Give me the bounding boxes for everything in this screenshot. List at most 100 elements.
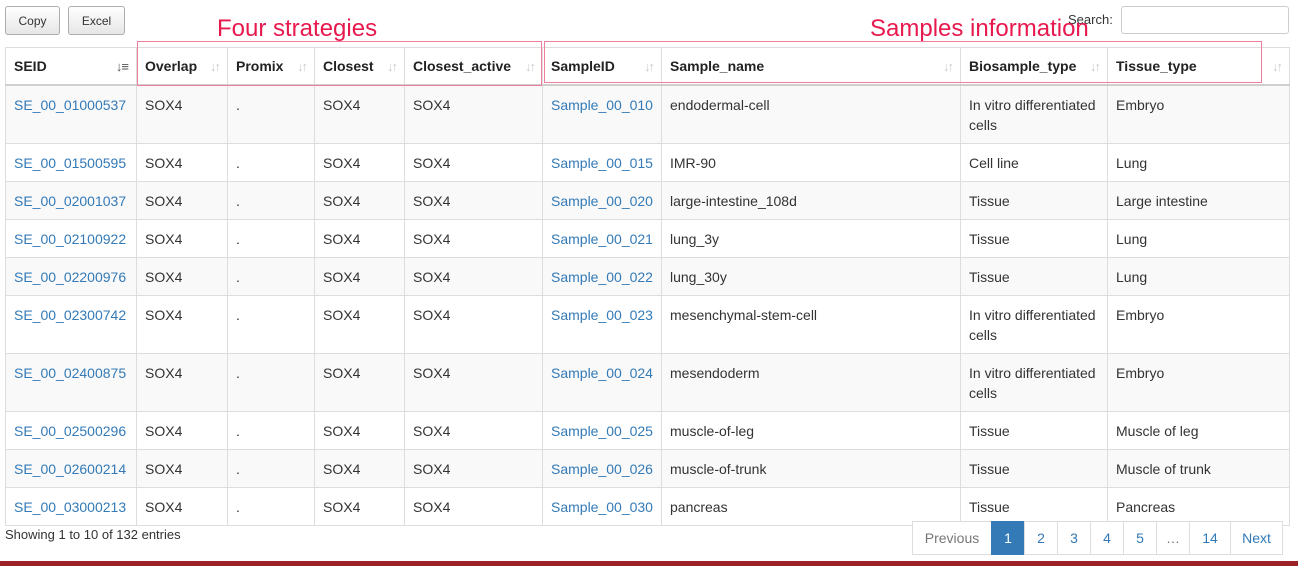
sample-name-cell: pancreas (661, 486, 961, 526)
sample-id-cell: Sample_00_021 (542, 218, 662, 258)
pagination-page-14[interactable]: 14 (1189, 521, 1231, 555)
closest-active-cell: SOX4 (404, 410, 543, 450)
copy-button[interactable]: Copy (5, 6, 60, 35)
sample-id-link[interactable]: Sample_00_022 (551, 269, 653, 285)
seid-link[interactable]: SE_00_03000213 (14, 499, 126, 515)
sample-name-cell: muscle-of-trunk (661, 448, 961, 488)
seid-link[interactable]: SE_00_01000537 (14, 97, 126, 113)
sort-icon: ↓↑ (1090, 59, 1101, 74)
table-row: SE_00_01000537 SOX4. SOX4 SOX4 Sample_00_010… (5, 84, 1290, 144)
seid-cell: SE_00_02300742 (5, 294, 137, 354)
seid-link[interactable]: SE_00_02400875 (14, 365, 126, 381)
column-header-overlap[interactable]: Overlap ↓↑ (136, 47, 228, 86)
pagination-page-2[interactable]: 2 (1024, 521, 1058, 555)
seid-link[interactable]: SE_00_02500296 (14, 423, 126, 439)
column-header-label: Sample_name (670, 57, 765, 74)
search-input[interactable] (1121, 6, 1289, 34)
pagination-page-4[interactable]: 4 (1090, 521, 1124, 555)
overlap-cell: SOX4 (136, 180, 228, 220)
tissue-type-cell: Muscle of leg (1107, 410, 1290, 450)
biosample-type-cell: In vitro differentiated cells (960, 84, 1108, 144)
biosample-type-cell: Tissue (960, 218, 1108, 258)
sort-icon: ↓↑ (644, 59, 655, 74)
closest-cell: SOX4 (314, 256, 405, 296)
sort-icon: ↓↑ (210, 59, 221, 74)
pagination-page-3[interactable]: 3 (1057, 521, 1091, 555)
bottom-accent-bar (0, 561, 1298, 566)
biosample-type-cell: Tissue (960, 486, 1108, 526)
sample-id-cell: Sample_00_022 (542, 256, 662, 296)
tissue-type-cell: Pancreas (1107, 486, 1290, 526)
table-row: SE_00_02001037 SOX4. SOX4 SOX4 Sample_00_020… (5, 180, 1290, 220)
results-table: SEID ↓≡ Overlap ↓↑ Promix ↓↑ Closest ↓↑ Closest_… (5, 47, 1290, 526)
pagination-page-1[interactable]: 1 (991, 521, 1025, 555)
sample-id-link[interactable]: Sample_00_020 (551, 193, 653, 209)
sort-ascending-icon: ↓≡ (115, 59, 129, 74)
sample-name-cell: lung_30y (661, 256, 961, 296)
sample-id-link[interactable]: Sample_00_030 (551, 499, 653, 515)
closest-active-cell: SOX4 (404, 84, 543, 144)
sample-id-cell: Sample_00_024 (542, 352, 662, 412)
overlap-cell: SOX4 (136, 142, 228, 182)
table-row: SE_00_03000213 SOX4. SOX4 SOX4 Sample_00_030… (5, 486, 1290, 526)
seid-link[interactable]: SE_00_02600214 (14, 461, 126, 477)
pagination-next-button[interactable]: Next (1230, 521, 1283, 555)
seid-link[interactable]: SE_00_02300742 (14, 307, 126, 323)
sample-id-link[interactable]: Sample_00_010 (551, 97, 653, 113)
closest-active-cell: SOX4 (404, 486, 543, 526)
column-header-tissue-type[interactable]: Tissue_type ↓↑ (1107, 47, 1290, 86)
promix-cell: . (227, 142, 315, 182)
tissue-type-cell: Embryo (1107, 84, 1290, 144)
column-header-label: SEID (14, 57, 47, 74)
column-header-seid[interactable]: SEID ↓≡ (5, 47, 137, 86)
table-row: SE_00_02300742 SOX4. SOX4 SOX4 Sample_00_023… (5, 294, 1290, 354)
column-header-sampleid[interactable]: SampleID ↓↑ (542, 47, 662, 86)
sample-name-cell: large-intestine_108d (661, 180, 961, 220)
column-header-label: Biosample_type (969, 57, 1077, 74)
sample-name-cell: mesenchymal-stem-cell (661, 294, 961, 354)
seid-cell: SE_00_03000213 (5, 486, 137, 526)
column-header-label: Closest_active (413, 57, 512, 74)
overlap-cell: SOX4 (136, 486, 228, 526)
pagination: Previous 1 2 3 4 5… 14 Next (912, 521, 1283, 555)
seid-link[interactable]: SE_00_02200976 (14, 269, 126, 285)
sample-id-link[interactable]: Sample_00_024 (551, 365, 653, 381)
closest-active-cell: SOX4 (404, 180, 543, 220)
promix-cell: . (227, 256, 315, 296)
pagination-page-5[interactable]: 5 (1123, 521, 1157, 555)
sample-id-link[interactable]: Sample_00_023 (551, 307, 653, 323)
column-header-sample-name[interactable]: Sample_name ↓↑ (661, 47, 961, 86)
seid-link[interactable]: SE_00_02001037 (14, 193, 126, 209)
closest-cell: SOX4 (314, 448, 405, 488)
column-header-biosample-type[interactable]: Biosample_type ↓↑ (960, 47, 1108, 86)
table-row: SE_00_02100922 SOX4. SOX4 SOX4 Sample_00_021… (5, 218, 1290, 258)
sample-id-cell: Sample_00_020 (542, 180, 662, 220)
overlap-cell: SOX4 (136, 410, 228, 450)
sample-id-link[interactable]: Sample_00_015 (551, 155, 653, 171)
table-row: SE_00_01500595 SOX4. SOX4 SOX4 Sample_00_015… (5, 142, 1290, 182)
sample-id-link[interactable]: Sample_00_025 (551, 423, 653, 439)
overlap-cell: SOX4 (136, 294, 228, 354)
promix-cell: . (227, 448, 315, 488)
promix-cell: . (227, 84, 315, 144)
sample-name-cell: lung_3y (661, 218, 961, 258)
column-header-promix[interactable]: Promix ↓↑ (227, 47, 315, 86)
excel-button[interactable]: Excel (68, 6, 125, 35)
sample-name-cell: mesendoderm (661, 352, 961, 412)
seid-cell: SE_00_02200976 (5, 256, 137, 296)
pagination-ellipsis: … (1156, 521, 1190, 555)
sample-id-link[interactable]: Sample_00_021 (551, 231, 653, 247)
table-row: SE_00_02200976 SOX4. SOX4 SOX4 Sample_00_022… (5, 256, 1290, 296)
sample-id-link[interactable]: Sample_00_026 (551, 461, 653, 477)
seid-link[interactable]: SE_00_01500595 (14, 155, 126, 171)
seid-link[interactable]: SE_00_02100922 (14, 231, 126, 247)
pagination-previous-button[interactable]: Previous (912, 521, 992, 555)
column-header-closest-active[interactable]: Closest_active ↓↑ (404, 47, 543, 86)
overlap-cell: SOX4 (136, 352, 228, 412)
sample-id-cell: Sample_00_015 (542, 142, 662, 182)
promix-cell: . (227, 410, 315, 450)
closest-active-cell: SOX4 (404, 294, 543, 354)
tissue-type-cell: Lung (1107, 218, 1290, 258)
column-header-closest[interactable]: Closest ↓↑ (314, 47, 405, 86)
seid-cell: SE_00_02100922 (5, 218, 137, 258)
